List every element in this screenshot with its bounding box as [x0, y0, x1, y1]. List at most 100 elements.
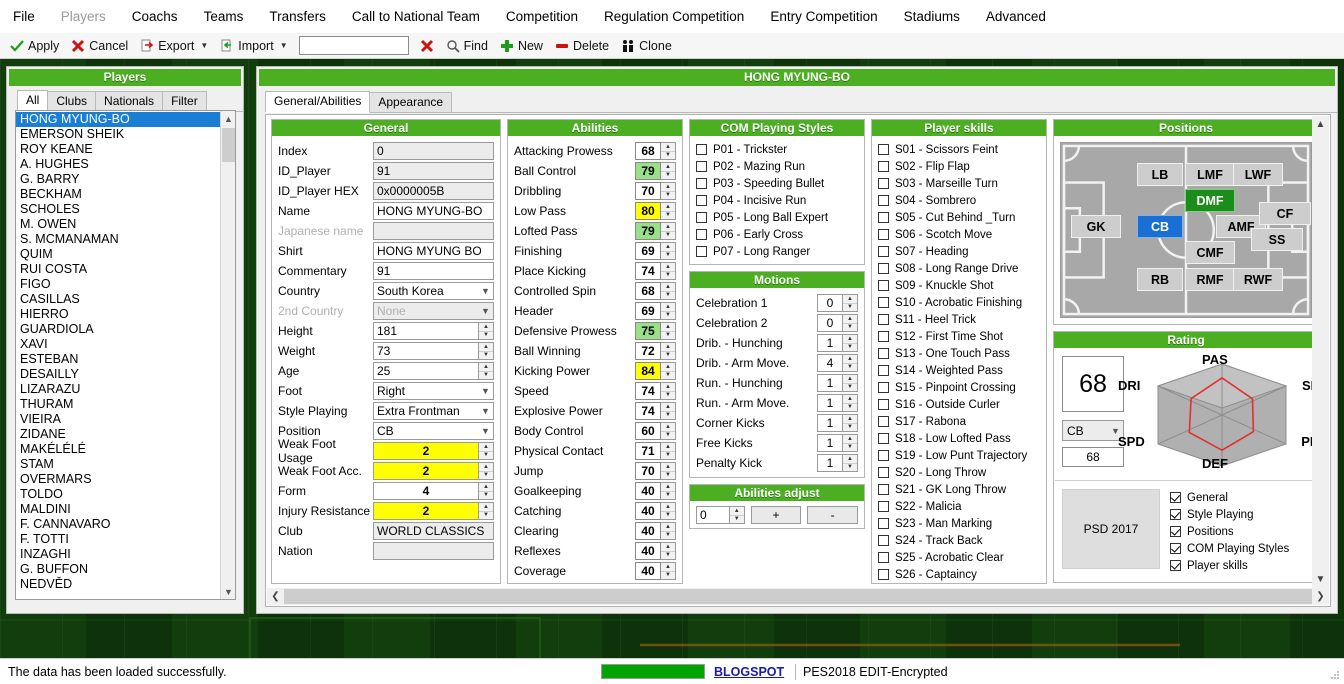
menu-item-transfers[interactable]: Transfers [256, 0, 339, 33]
stepper-up-icon[interactable]: ▲ [661, 503, 675, 512]
checkbox-icon[interactable] [696, 178, 707, 189]
player-skill-item[interactable]: S23 - Man Marking [878, 515, 1040, 532]
player-list-item[interactable]: EMERSON SHEIK [16, 127, 220, 142]
ability-stepper[interactable]: ▲ ▼ [661, 562, 676, 580]
apply-button[interactable]: Apply [4, 35, 65, 57]
general-field-foot[interactable]: Right ▼ [373, 382, 494, 400]
editor-tab-general-abilities[interactable]: General/Abilities [265, 91, 371, 113]
stepper-down-icon[interactable]: ▼ [661, 332, 675, 340]
scrollbar-thumb[interactable] [222, 128, 235, 162]
chevron-down-icon[interactable]: ▼ [280, 41, 288, 50]
menu-item-teams[interactable]: Teams [191, 0, 257, 33]
ability-value[interactable]: 71 [635, 442, 661, 460]
general-field-form-stepper[interactable]: ▲ ▼ [479, 482, 494, 500]
player-list-item[interactable]: NEDVĚD [16, 577, 220, 592]
player-list-item[interactable]: RUI COSTA [16, 262, 220, 277]
rating-option-item[interactable]: General [1170, 489, 1310, 506]
stepper-up-icon[interactable]: ▲ [479, 343, 493, 352]
stepper-up-icon[interactable]: ▲ [479, 463, 493, 472]
stepper-down-icon[interactable]: ▼ [661, 252, 675, 260]
stepper-down-icon[interactable]: ▼ [843, 464, 857, 472]
stepper-up-icon[interactable]: ▲ [729, 507, 744, 516]
ability-stepper[interactable]: ▲ ▼ [661, 522, 676, 540]
stepper-down-icon[interactable]: ▼ [661, 452, 675, 460]
checkbox-icon[interactable] [696, 195, 707, 206]
player-skill-item[interactable]: S24 - Track Back [878, 532, 1040, 549]
vscroll-track[interactable] [1313, 133, 1328, 571]
stepper-down-icon[interactable]: ▼ [661, 312, 675, 320]
general-field-weak-foot-acc[interactable]: 2 [373, 462, 479, 480]
stepper-down-icon[interactable]: ▼ [661, 152, 675, 160]
ability-value[interactable]: 40 [635, 542, 661, 560]
player-list-item[interactable]: MAKÉLÉLÉ [16, 442, 220, 457]
player-skill-item[interactable]: S25 - Acrobatic Clear [878, 549, 1040, 566]
stepper-up-icon[interactable]: ▲ [661, 283, 675, 292]
motion-stepper[interactable]: ▲ ▼ [843, 414, 858, 432]
delete-button[interactable]: Delete [549, 35, 615, 57]
general-field-height[interactable]: 181 [373, 322, 479, 340]
cancel-button[interactable]: Cancel [65, 35, 134, 57]
general-field-country[interactable]: South Korea ▼ [373, 282, 494, 300]
export-button[interactable]: Export ▼ [134, 35, 214, 57]
stepper-down-icon[interactable]: ▼ [661, 472, 675, 480]
position-button-cf[interactable]: CF [1259, 202, 1311, 225]
motion-value[interactable]: 4 [817, 354, 843, 372]
abilities-adjust-value[interactable]: 0 [696, 506, 730, 524]
com-style-item[interactable]: P04 - Incisive Run [696, 192, 858, 209]
stepper-down-icon[interactable]: ▼ [661, 172, 675, 180]
stepper-down-icon[interactable]: ▼ [661, 512, 675, 520]
stepper-up-icon[interactable]: ▲ [661, 383, 675, 392]
player-skill-item[interactable]: S05 - Cut Behind _Turn [878, 209, 1040, 226]
player-list-item[interactable]: STAM [16, 457, 220, 472]
position-button-lmf[interactable]: LMF [1185, 163, 1235, 186]
ability-stepper[interactable]: ▲ ▼ [661, 402, 676, 420]
player-skill-item[interactable]: S04 - Sombrero [878, 192, 1040, 209]
checkbox-icon[interactable] [878, 518, 889, 529]
general-field-name[interactable]: HONG MYUNG-BO [373, 202, 494, 220]
scroll-right-icon[interactable]: ❯ [1312, 591, 1329, 602]
ability-stepper[interactable]: ▲ ▼ [661, 242, 676, 260]
menu-item-coachs[interactable]: Coachs [119, 0, 191, 33]
general-field-height-stepper[interactable]: ▲ ▼ [479, 322, 494, 340]
ability-value[interactable]: 68 [635, 142, 661, 160]
player-list-item[interactable]: F. TOTTI [16, 532, 220, 547]
ability-stepper[interactable]: ▲ ▼ [661, 342, 676, 360]
blogspot-link[interactable]: BLOGSPOT [714, 665, 784, 679]
abilities-adjust-minus-button[interactable]: - [807, 506, 859, 524]
player-list-item[interactable]: ZIDANE [16, 427, 220, 442]
stepper-up-icon[interactable]: ▲ [661, 443, 675, 452]
motion-value[interactable]: 0 [817, 294, 843, 312]
player-skill-item[interactable]: S09 - Knuckle Shot [878, 277, 1040, 294]
ability-stepper[interactable]: ▲ ▼ [661, 482, 676, 500]
ability-stepper[interactable]: ▲ ▼ [661, 142, 676, 160]
checkbox-icon[interactable] [878, 416, 889, 427]
player-list-item[interactable]: ESTEBAN [16, 352, 220, 367]
checkbox-icon[interactable] [696, 246, 707, 257]
ability-value[interactable]: 74 [635, 382, 661, 400]
stepper-up-icon[interactable]: ▲ [661, 543, 675, 552]
checkbox-icon[interactable] [878, 161, 889, 172]
stepper-down-icon[interactable]: ▼ [661, 552, 675, 560]
motion-stepper[interactable]: ▲ ▼ [843, 354, 858, 372]
player-skill-item[interactable]: S16 - Outside Curler [878, 396, 1040, 413]
ability-stepper[interactable]: ▲ ▼ [661, 382, 676, 400]
checkbox-icon[interactable] [878, 382, 889, 393]
position-button-gk[interactable]: GK [1071, 215, 1121, 238]
find-button[interactable]: Find [440, 35, 494, 57]
stepper-down-icon[interactable]: ▼ [843, 364, 857, 372]
player-list-item[interactable]: BECKHAM [16, 187, 220, 202]
checkbox-icon[interactable] [878, 501, 889, 512]
player-skill-item[interactable]: S26 - Captaincy [878, 566, 1040, 583]
checkbox-icon[interactable] [696, 212, 707, 223]
rating-option-item[interactable]: Positions [1170, 523, 1310, 540]
checkbox-icon[interactable] [878, 331, 889, 342]
player-list-item[interactable]: VIEIRA [16, 412, 220, 427]
player-list-item[interactable]: THURAM [16, 397, 220, 412]
stepper-up-icon[interactable]: ▲ [661, 183, 675, 192]
chevron-down-icon[interactable]: ▼ [200, 41, 208, 50]
editor-tab-appearance[interactable]: Appearance [369, 92, 453, 112]
com-style-item[interactable]: P06 - Early Cross [696, 226, 858, 243]
player-list-item[interactable]: MALDINI [16, 502, 220, 517]
stepper-up-icon[interactable]: ▲ [843, 395, 857, 404]
player-list-item[interactable]: S. MCMANAMAN [16, 232, 220, 247]
